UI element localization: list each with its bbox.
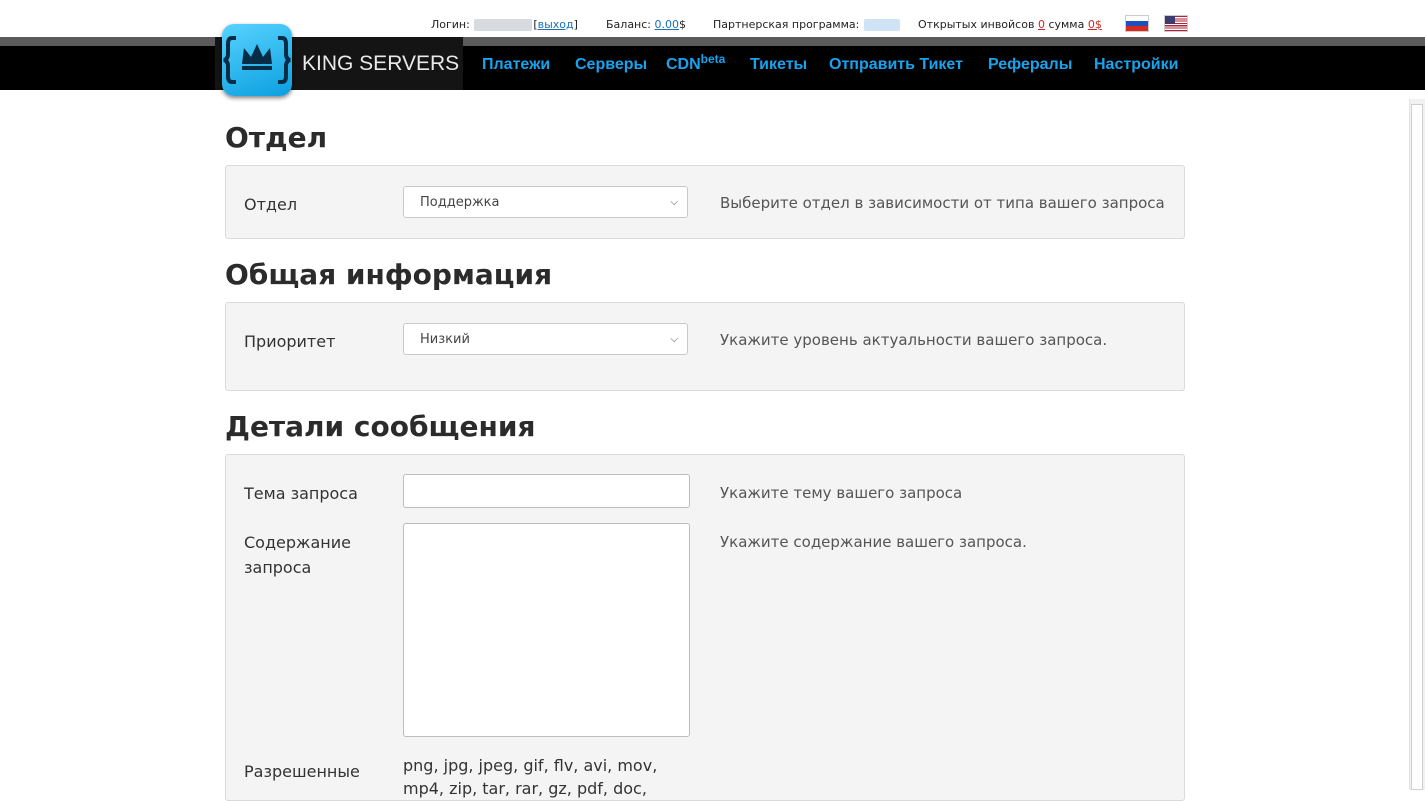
department-select[interactable]: Поддержка ⌵ (403, 186, 688, 218)
partner-value-redacted[interactable] (863, 19, 900, 31)
login-label: Логин: (431, 18, 470, 31)
message-details-heading: Детали сообщения (225, 410, 536, 443)
subject-input[interactable] (403, 474, 690, 508)
content-textarea[interactable] (403, 523, 690, 737)
content-help: Укажите содержание вашего запроса. (720, 533, 1027, 551)
allowed-file-types: png, jpg, jpeg, gif, flv, avi, mov, mp4,… (403, 754, 673, 800)
nav-referrals[interactable]: Рефералы (988, 56, 1072, 74)
priority-select-value: Низкий (420, 332, 470, 347)
logout-link[interactable]: выход (538, 18, 574, 31)
balance-info: Баланс: 0.00$ (606, 18, 686, 31)
content-label-line2: запроса (244, 558, 312, 577)
invoices-info: Открытых инвойсов 0 сумма 0$ (918, 18, 1102, 31)
content-label-line1: Содержание (244, 533, 351, 552)
invoices-label: Открытых инвойсов (918, 18, 1035, 31)
content-label: Содержание запроса (244, 530, 351, 580)
us-flag-icon[interactable] (1165, 16, 1187, 31)
nav-payments[interactable]: Платежи (482, 56, 550, 74)
nav-send-ticket[interactable]: Отправить Тикет (829, 56, 963, 74)
sum-label: сумма (1048, 18, 1085, 31)
balance-value-link[interactable]: 0.00 (655, 18, 680, 31)
nav-tickets[interactable]: Тикеты (750, 56, 807, 74)
nav-settings[interactable]: Настройки (1094, 56, 1178, 74)
partner-label: Партнерская программа: (713, 18, 860, 31)
nav-servers[interactable]: Серверы (575, 56, 647, 74)
nav-cdn-label: CDN (666, 56, 701, 73)
department-label: Отдел (244, 195, 298, 214)
invoices-sum-link[interactable]: 0$ (1088, 18, 1102, 31)
department-help: Выберите отдел в зависимости от типа ваш… (720, 194, 1165, 212)
header-strip (0, 37, 1425, 46)
priority-label: Приоритет (244, 332, 336, 351)
priority-help: Укажите уровень актуальности вашего запр… (720, 331, 1108, 349)
partner-info: Партнерская программа: (713, 18, 901, 31)
priority-select[interactable]: Низкий ⌵ (403, 323, 688, 355)
username-redacted (474, 19, 533, 31)
brand-name[interactable]: KING SERVERS (302, 52, 459, 76)
department-heading: Отдел (225, 121, 328, 154)
chevron-down-icon: ⌵ (670, 197, 678, 208)
subject-label: Тема запроса (244, 484, 358, 503)
nav-cdn-beta-badge: beta (700, 52, 726, 66)
chevron-down-icon: ⌵ (670, 334, 678, 345)
invoices-count-link[interactable]: 0 (1038, 18, 1045, 31)
department-select-value: Поддержка (420, 195, 500, 210)
account-info-bar: Логин: [выход] Баланс: 0.00$ Партнерская… (0, 0, 1425, 38)
subject-help: Укажите тему вашего запроса (720, 484, 963, 502)
allowed-file-types-line1: png, jpg, jpeg, gif, flv, avi, mov, (403, 756, 658, 775)
balance-currency: $ (679, 18, 687, 31)
king-crown-logo-icon[interactable] (222, 24, 292, 96)
russian-flag-icon[interactable] (1126, 16, 1148, 31)
allowed-files-label: Разрешенные (244, 762, 360, 781)
message-details-panel (225, 454, 1185, 801)
balance-label: Баланс: (606, 18, 652, 31)
allowed-file-types-line2: mp4, zip, tar, rar, gz, pdf, doc, (403, 779, 647, 798)
login-info: Логин: [выход] (431, 18, 578, 31)
page-scrollbar-thumb[interactable] (1411, 104, 1423, 790)
general-info-heading: Общая информация (225, 258, 553, 291)
nav-cdn[interactable]: CDNbeta (666, 53, 725, 74)
